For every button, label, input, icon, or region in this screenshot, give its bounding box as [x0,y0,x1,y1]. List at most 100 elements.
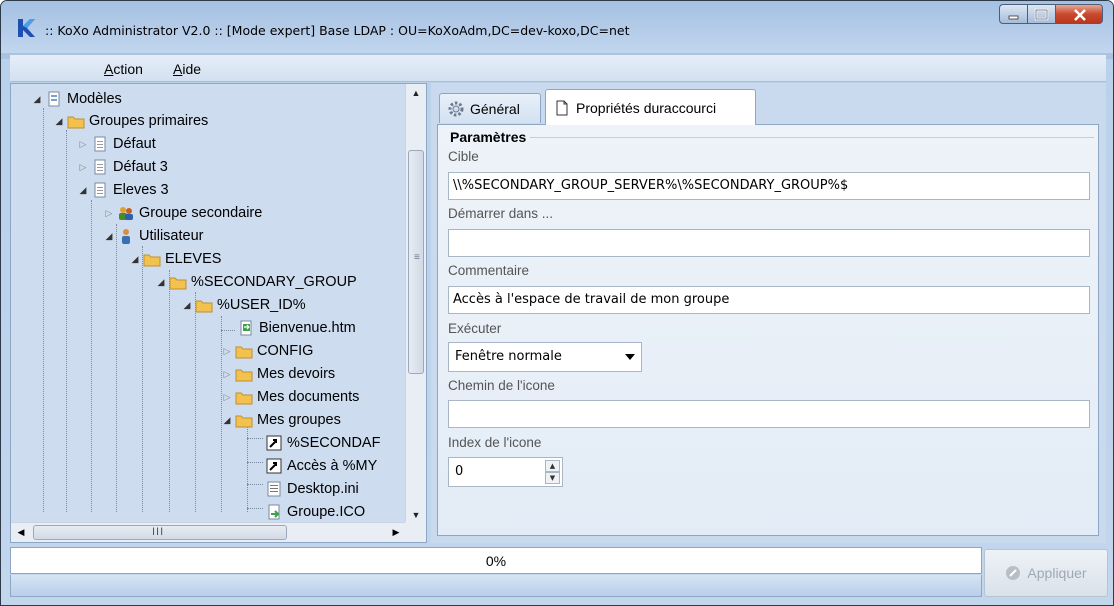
tree-item-mes-groupes[interactable]: ◢ Mes groupes [221,409,341,431]
chemin-icone-input[interactable] [448,400,1090,428]
tree-item-defaut[interactable]: ▷ Défaut [77,133,156,155]
tab-general-label: Général [470,100,520,117]
tree-horizontal-scrollbar[interactable]: ◀ III ▶ [11,522,406,542]
index-icone-stepper[interactable]: 0 ▲ ▼ [448,457,563,487]
group-title: Paramètres [450,129,527,145]
tree-item-bienvenue[interactable]: Bienvenue.htm [221,317,356,339]
folder-icon [195,297,213,313]
tree-item-eleves[interactable]: ◢ ELEVES [129,248,222,270]
group-divider [530,137,1094,138]
spin-up-icon[interactable]: ▲ [545,460,560,472]
commentaire-label: Commentaire [448,263,530,278]
tree-item-acces[interactable]: Accès à %MY [251,455,377,477]
tree-item-defaut-3[interactable]: ▷ Défaut 3 [77,156,168,178]
tree-item-label: Mes documents [257,389,360,405]
demarrer-input[interactable] [448,229,1090,257]
minimize-button[interactable] [999,4,1027,24]
maximize-button[interactable] [1027,4,1055,24]
tree-item-label: %SECONDARY_GROUP [191,274,357,290]
expanded-arrow-icon[interactable]: ◢ [181,300,193,311]
folder-icon [67,113,85,129]
expanded-arrow-icon[interactable]: ◢ [77,185,89,196]
expanded-arrow-icon[interactable]: ◢ [155,277,167,288]
expanded-arrow-icon[interactable]: ◢ [103,231,115,242]
collapsed-arrow-icon[interactable]: ▷ [77,139,89,150]
tree-item-utilisateur[interactable]: ◢ Utilisateur [103,225,203,247]
folder-icon [143,251,161,267]
scroll-left-icon[interactable]: ◀ [11,523,31,542]
scroll-corner [405,522,426,542]
expanded-arrow-icon[interactable]: ◢ [53,116,65,127]
group-users-icon [117,205,135,221]
hscroll-thumb[interactable]: III [33,525,287,540]
tree-vertical-scrollbar[interactable]: ▲ ≡ ▼ [405,84,426,524]
tree-item-modeles[interactable]: ◢ Modèles [31,88,122,110]
tree-item-secondaf[interactable]: %SECONDAF [251,432,380,454]
caption-buttons [999,4,1103,24]
tree-item-secondary-group[interactable]: ◢ %SECONDARY_GROUP [155,271,357,293]
html-file-icon [237,320,255,336]
tree-item-groupes-primaires[interactable]: ◢ Groupes primaires [53,110,209,132]
collapsed-arrow-icon[interactable]: ▷ [103,208,115,219]
tab-content: Paramètres Cible \\%SECONDARY_GROUP_SERV… [437,124,1099,536]
tree-item-desktop-ini[interactable]: Desktop.ini [251,478,359,500]
tree-panel: ◢ Modèles ◢ Groupes primaires ▷ Défaut ▷… [10,83,427,543]
folder-icon [169,274,187,290]
menu-action-label: ction [113,61,143,77]
tree-item-label: Défaut 3 [113,159,168,175]
title-bar[interactable]: :: KoXo Administrator V2.0 :: [Mode expe… [1,1,1113,53]
spin-down-icon[interactable]: ▼ [545,472,560,484]
executer-value: Fenêtre normale [455,349,562,364]
tree-item-label: CONFIG [257,343,314,359]
tab-general[interactable]: Général [439,93,541,123]
tree-item-label: Desktop.ini [287,481,359,497]
tree-item-user-id[interactable]: ◢ %USER_ID% [181,294,306,316]
tree-item-groupe-ico[interactable]: Groupe.ICO [251,501,365,523]
tree-view: ◢ Modèles ◢ Groupes primaires ▷ Défaut ▷… [11,84,406,524]
scroll-right-icon[interactable]: ▶ [386,523,406,542]
scroll-up-icon[interactable]: ▲ [406,84,426,102]
chevron-down-icon [625,354,635,360]
collapsed-arrow-icon[interactable]: ▷ [221,369,233,380]
properties-panel: Général Propriétés duraccourci Paramètre… [431,83,1106,543]
tree-item-label: Défaut [113,136,156,152]
chemin-icone-label: Chemin de l'icone [448,378,555,393]
tree-item-mes-documents[interactable]: ▷ Mes documents [221,386,360,408]
tree-item-config[interactable]: ▷ CONFIG [221,340,314,362]
tree-item-label: Utilisateur [139,228,204,244]
scroll-thumb[interactable]: ≡ [408,150,424,374]
tree-item-label: Eleves 3 [113,182,169,198]
executer-select[interactable]: Fenêtre normale [448,342,642,372]
cible-input[interactable]: \\%SECONDARY_GROUP_SERVER%\%SECONDARY_GR… [448,172,1090,200]
menu-bar: Action Aide [10,55,1106,82]
close-button[interactable] [1055,4,1103,24]
apply-icon [1006,566,1021,580]
menu-aide[interactable]: Aide [173,61,201,77]
tree-item-label: Groupe secondaire [139,205,263,221]
menu-aide-accel: A [173,61,183,77]
apply-label: Appliquer [1027,565,1087,581]
tree-item-eleves-3[interactable]: ◢ Eleves 3 [77,179,169,201]
minimize-icon [1008,15,1019,20]
user-icon [117,228,135,244]
menu-action[interactable]: Action [104,61,143,77]
menu-action-accel: A [104,61,114,77]
file-icon [91,182,109,198]
commentaire-input[interactable]: Accès à l'espace de travail de mon group… [448,286,1090,314]
folder-icon [235,389,253,405]
collapsed-arrow-icon[interactable]: ▷ [77,162,89,173]
tree-item-groupe-secondaire[interactable]: ▷ Groupe secondaire [103,202,263,224]
expanded-arrow-icon[interactable]: ◢ [221,415,233,426]
tree-item-label: ELEVES [165,251,222,267]
tree-item-label: Groupes primaires [89,113,209,129]
tab-proprietes-raccourci[interactable]: Propriétés duraccourci [545,89,756,125]
tree-item-label: Accès à %MY [287,458,378,474]
index-icone-value: 0 [455,464,464,479]
shortcut-icon [265,435,283,451]
tree-item-mes-devoirs[interactable]: ▷ Mes devoirs [221,363,336,385]
collapsed-arrow-icon[interactable]: ▷ [221,392,233,403]
expanded-arrow-icon[interactable]: ◢ [129,254,141,265]
expanded-arrow-icon[interactable]: ◢ [31,94,43,105]
collapsed-arrow-icon[interactable]: ▷ [221,346,233,357]
apply-button[interactable]: Appliquer [984,549,1108,597]
